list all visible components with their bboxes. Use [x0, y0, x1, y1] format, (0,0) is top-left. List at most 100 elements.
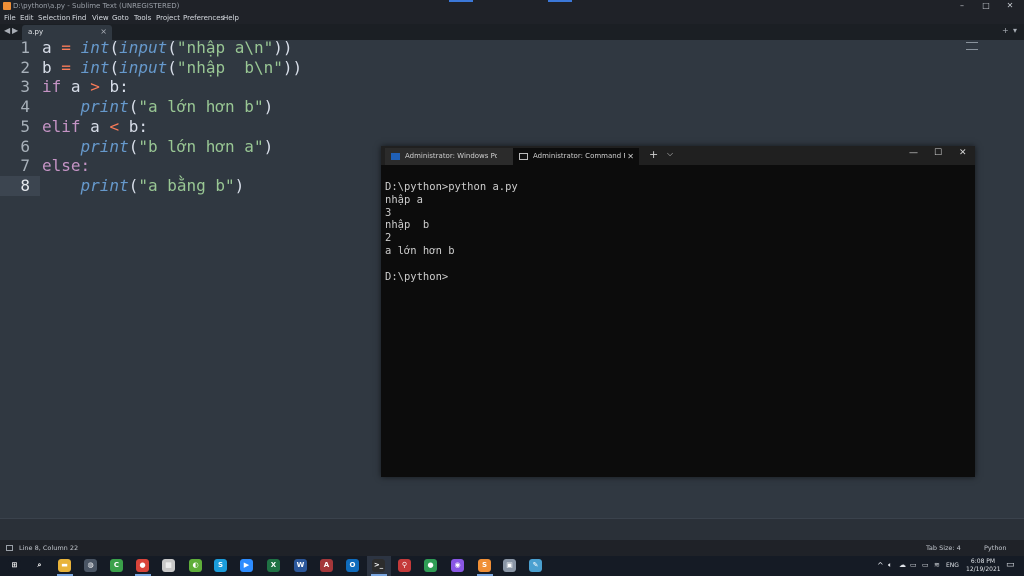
powershell-icon [391, 153, 400, 160]
app-pin-icon[interactable]: ⚲ [398, 559, 411, 572]
skype-icon[interactable]: S [214, 559, 227, 572]
maximize-button[interactable]: □ [974, 0, 998, 12]
menu-file[interactable]: File [4, 12, 16, 24]
code-line-5[interactable]: elif a < b: [42, 117, 148, 137]
console-panel[interactable] [0, 518, 1024, 541]
battery-icon[interactable]: ▭ [922, 561, 929, 569]
clock-time[interactable]: 6:08 PM [966, 558, 1000, 565]
token: > [90, 77, 100, 96]
menu-goto[interactable]: Goto [112, 12, 129, 24]
panel-toggle-icon[interactable] [6, 545, 13, 551]
menu-view[interactable]: View [92, 12, 109, 24]
token: a [90, 117, 100, 136]
menu-find[interactable]: Find [72, 12, 86, 24]
menu-help[interactable]: Help [223, 12, 239, 24]
terminal-tab-label: Administrator: Windows PowerS [405, 152, 497, 160]
terminal-line: 3 [385, 206, 392, 219]
sublime-icon[interactable]: S [478, 559, 491, 572]
token: = [61, 58, 71, 77]
app-grid-icon[interactable]: ▦ [162, 559, 175, 572]
search-icon[interactable]: ⌕ [33, 559, 46, 572]
terminal-line: nhập b [385, 219, 430, 232]
excel-icon[interactable]: X [267, 559, 280, 572]
code-line-8[interactable]: print("a bằng b") [42, 176, 245, 196]
status-tab-size[interactable]: Tab Size: 4 [926, 540, 961, 556]
code-line-4[interactable]: print("a lớn hơn b") [42, 97, 274, 117]
code-line-1[interactable]: a = int(input("nhập a\n")) [42, 38, 293, 58]
terminal-tab-label: Administrator: Command Promp [533, 152, 625, 160]
terminal-tab-close-icon[interactable]: ✕ [627, 148, 634, 165]
clock-date[interactable]: 12/19/2021 [966, 566, 1001, 573]
tray-chevron-icon[interactable]: ^ [877, 561, 884, 570]
line-number: 6 [20, 137, 30, 156]
close-button[interactable]: ✕ [998, 0, 1022, 12]
github-icon[interactable]: ◉ [451, 559, 464, 572]
app-green-icon[interactable]: ◐ [189, 559, 202, 572]
access-icon[interactable]: A [320, 559, 333, 572]
terminal-tab-cmd[interactable]: Administrator: Command Promp ✕ [513, 148, 639, 165]
notification-icon[interactable]: ▭ [1006, 560, 1015, 570]
status-syntax[interactable]: Python [984, 540, 1007, 556]
language-indicator[interactable]: ENG [946, 562, 959, 569]
network-icon[interactable]: ▭ [910, 561, 917, 569]
terminal-line: a lớn hơn b [385, 244, 455, 257]
cmd-icon [519, 153, 528, 160]
menu-bar: File Edit Selection Find View Goto Tools… [0, 12, 1024, 24]
terminal-tab-powershell[interactable]: Administrator: Windows PowerS [385, 148, 513, 165]
menu-edit[interactable]: Edit [20, 12, 34, 24]
volume-icon[interactable]: 🔈︎ [888, 561, 892, 570]
terminal-line: D:\python>python a.py [385, 181, 518, 193]
terminal-output[interactable]: D:\python>python a.py nhập a 3 nhập b2a lớn… [385, 181, 518, 283]
terminal-icon[interactable]: >_ [372, 559, 385, 572]
terminal-new-tab-icon[interactable]: + [649, 148, 658, 161]
new-tab-icon[interactable]: + [1002, 26, 1009, 35]
token: "b lớn hơn a" [138, 137, 264, 156]
tab-nav-right-icon[interactable]: ▶ [12, 26, 18, 35]
code-line-2[interactable]: b = int(input("nhập b\n")) [42, 58, 302, 78]
token: ( [167, 38, 177, 57]
terminal-close-button[interactable]: ✕ [959, 148, 967, 158]
app-pen-icon[interactable]: ✎ [529, 559, 542, 572]
token: int [80, 38, 110, 57]
app-circle-icon[interactable]: ◍ [84, 559, 97, 572]
app-box-icon[interactable]: ▣ [503, 559, 516, 572]
taskbar: ⊞ ⌕ ▬ ◍ C ● ▦ ◐ S ▶ X W A O >_ ⚲ ● ◉ S ▣ ✎ ^ 🔈︎ ☁ ▭ ▭ ≋ ENG … [0, 556, 1024, 576]
code-line-3[interactable]: if a > b: [42, 77, 129, 97]
terminal-dropdown-icon[interactable]: ⌵ [667, 149, 673, 159]
menu-selection[interactable]: Selection [38, 12, 70, 24]
tab-list-icon[interactable]: ▾ [1013, 26, 1017, 35]
zoom-icon[interactable]: ▶ [240, 559, 253, 572]
token: "nhập a\n" [176, 38, 274, 57]
token: ( [109, 58, 120, 77]
terminal-minimize-button[interactable]: — [909, 148, 918, 158]
menu-project[interactable]: Project [156, 12, 180, 24]
menu-preferences[interactable]: Preferences [183, 12, 224, 24]
start-icon[interactable]: ⊞ [8, 559, 21, 572]
outlook-icon[interactable]: O [346, 559, 359, 572]
chrome-alt-icon[interactable]: ● [424, 559, 437, 572]
cloud-icon[interactable]: ☁ [899, 561, 906, 569]
chrome-icon[interactable]: ● [136, 559, 149, 572]
file-explorer-icon[interactable]: ▬ [58, 559, 71, 572]
camtasia-icon[interactable]: C [110, 559, 123, 572]
tab-close-icon[interactable]: × [100, 27, 107, 36]
taskbar-preview-accent [449, 0, 473, 2]
terminal-window[interactable]: Administrator: Windows PowerS Administra… [381, 146, 975, 477]
code-line-7[interactable]: else: [42, 156, 90, 176]
token: print [80, 137, 129, 156]
token: < [109, 117, 120, 136]
word-icon[interactable]: W [294, 559, 307, 572]
wifi-icon[interactable]: ≋ [934, 561, 940, 569]
sublime-app-icon [3, 2, 11, 10]
line-number: 3 [20, 77, 30, 96]
status-bar: Line 8, Column 22 Tab Size: 4 Python [0, 540, 1024, 556]
token: print [80, 176, 129, 195]
menu-tools[interactable]: Tools [134, 12, 151, 24]
minimize-button[interactable]: – [950, 0, 974, 12]
tab-nav-left-icon[interactable]: ◀ [4, 26, 10, 35]
token: print [80, 97, 129, 116]
code-line-6[interactable]: print("b lớn hơn a") [42, 137, 274, 157]
terminal-maximize-button[interactable]: ☐ [934, 148, 942, 158]
minimap[interactable] [966, 42, 978, 50]
